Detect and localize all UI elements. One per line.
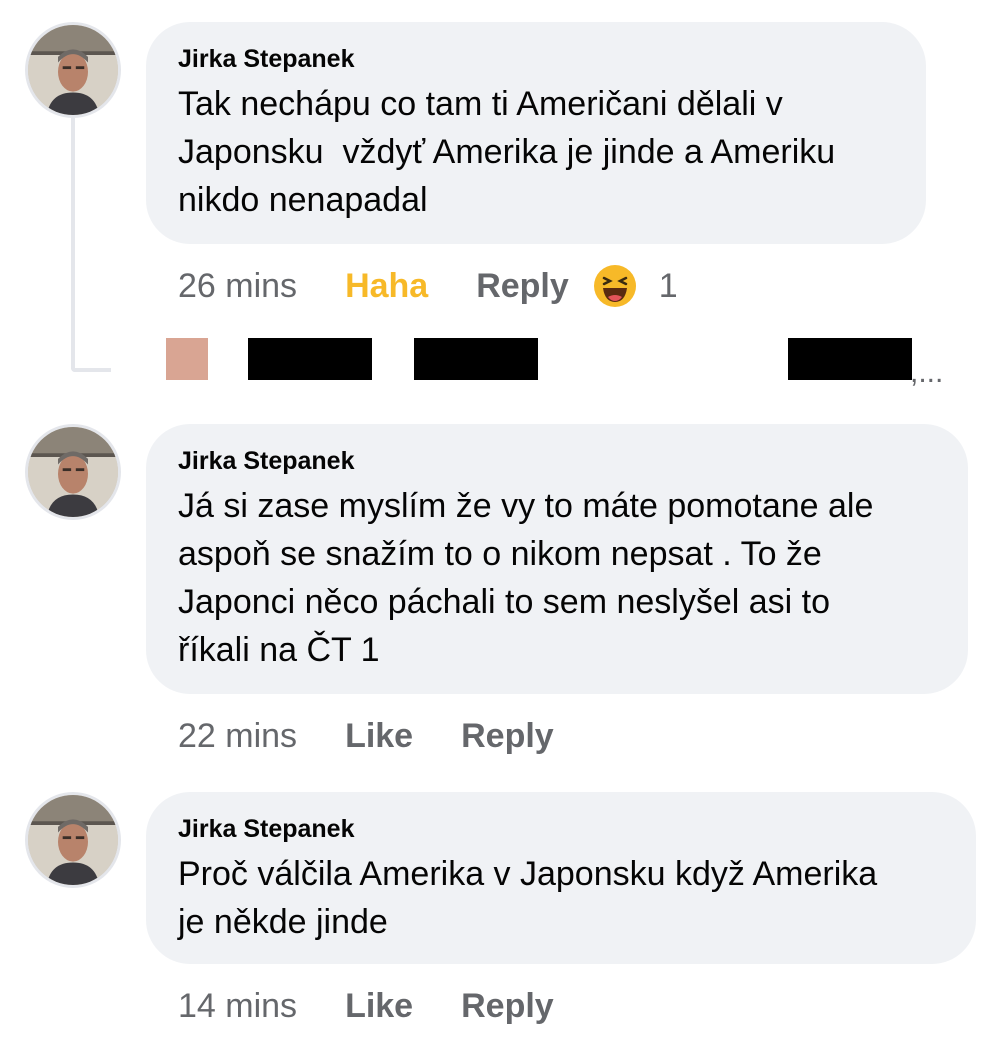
comment-bubble: Jirka Stepanek Proč válčila Amerika v Ja… [146,792,976,964]
avatar[interactable] [25,424,121,520]
haha-emoji-icon[interactable] [593,264,637,308]
avatar[interactable] [25,22,121,118]
thread-connector-line [71,118,111,372]
comment-actions: 14 mins Like Reply [178,986,554,1026]
comment-bubble: Jirka Stepanek Já si zase myslím že vy t… [146,424,968,694]
comment-author[interactable]: Jirka Stepanek [178,44,896,74]
comment-text: Proč válčila Amerika v Japonsku když Ame… [178,855,878,941]
profile-photo [28,427,118,517]
comment-author[interactable]: Jirka Stepanek [178,814,946,844]
comment-bubble: Jirka Stepanek Tak nechápu co tam ti Ame… [146,22,926,244]
redaction-bar [414,338,538,380]
comment-thread: Jirka Stepanek Tak nechápu co tam ti Ame… [0,0,1000,1056]
like-button[interactable]: Like [345,987,413,1026]
comment-actions: 26 mins Haha Reply 1 [178,264,678,308]
comment-text: Já si zase myslím že vy to máte pomotane… [178,487,874,669]
comment-timestamp[interactable]: 26 mins [178,267,297,306]
redaction-bar [248,338,372,380]
reply-button[interactable]: Reply [461,987,554,1026]
redacted-avatar [166,338,208,380]
reaction-count[interactable]: 1 [659,267,678,306]
comment-text: Tak nechápu co tam ti Američani dělali v… [178,85,836,219]
profile-photo [28,795,118,885]
reply-preview-ellipsis: ,... [910,356,944,389]
avatar[interactable] [25,792,121,888]
reply-button[interactable]: Reply [476,267,569,306]
comment-author[interactable]: Jirka Stepanek [178,446,938,476]
comment-timestamp[interactable]: 14 mins [178,987,297,1026]
like-button[interactable]: Like [345,717,413,756]
haha-reaction-button[interactable]: Haha [345,267,428,306]
profile-photo [28,25,118,115]
reply-button[interactable]: Reply [461,717,554,756]
comment-timestamp[interactable]: 22 mins [178,717,297,756]
comment-actions: 22 mins Like Reply [178,716,554,756]
redaction-bar [788,338,912,380]
